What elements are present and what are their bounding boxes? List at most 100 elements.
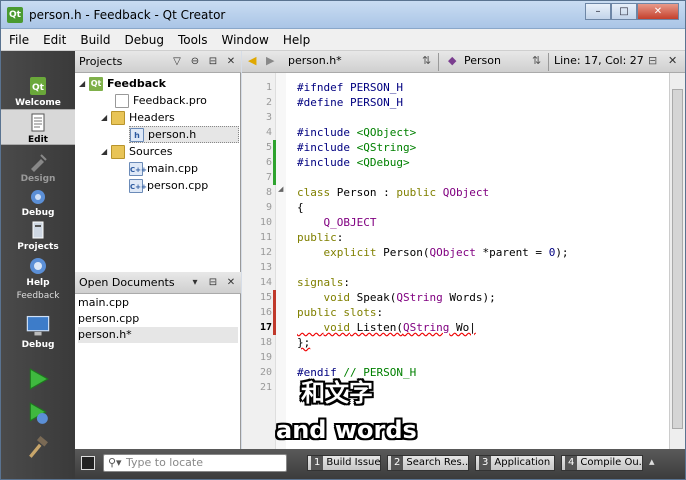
mode-edit-label: Edit — [28, 135, 48, 145]
symbol-selector[interactable]: Person — [464, 54, 501, 67]
debug-run-icon — [29, 402, 48, 424]
dropdown-arrow-icon[interactable]: ▾ — [187, 275, 203, 291]
code-line-15: void Speak(QString Words); — [323, 291, 496, 304]
build-target-label: Debug — [21, 340, 55, 350]
mode-projects[interactable]: Projects — [1, 219, 75, 252]
code-line-18: }; — [297, 336, 311, 349]
menu-file[interactable]: File — [9, 33, 29, 47]
locator-input[interactable]: ⚲▾ Type to locate — [103, 454, 287, 472]
code-line-5: #include <QString> — [297, 141, 417, 154]
tree-item-headers[interactable]: ◢ Headers — [101, 109, 175, 126]
tree-item-label: Sources — [129, 145, 173, 158]
collapse-arrow-icon[interactable]: ◢ — [101, 147, 111, 156]
pane-build-issues[interactable]: 1 Build Issues — [307, 455, 381, 471]
close-document-icon[interactable]: ✕ — [668, 54, 677, 67]
tree-item-person-h[interactable]: h person.h — [129, 126, 239, 143]
build-button[interactable] — [1, 435, 75, 460]
split-icon[interactable]: ⊟ — [205, 275, 221, 291]
code-line-2: #define PERSON_H — [297, 96, 403, 109]
mode-debug[interactable]: Debug — [1, 185, 75, 218]
open-document-item[interactable]: person.h* — [78, 327, 238, 343]
help-icon — [30, 258, 46, 274]
mode-bar: Qt Welcome Edit Design Debug Projects He… — [1, 51, 75, 479]
file-dropdown-icon[interactable]: ⇅ — [422, 54, 431, 67]
cpp-file-icon: C++ — [129, 161, 147, 176]
collapse-arrow-icon[interactable]: ◢ — [79, 79, 89, 88]
collapse-arrow-icon[interactable]: ◢ — [101, 113, 111, 122]
split-icon[interactable]: ⊟ — [205, 54, 221, 70]
menu-tools[interactable]: Tools — [178, 33, 208, 47]
link-icon[interactable]: ⊖ — [187, 54, 203, 70]
status-bar: ⚲▾ Type to locate 1 Build Issues 2 Search … — [75, 449, 685, 479]
fold-column — [276, 73, 286, 449]
projects-panel-header: Projects ▽ ⊖ ⊟ ✕ — [75, 51, 241, 73]
mode-help[interactable]: Help — [1, 255, 75, 288]
open-document-item[interactable]: main.cpp — [78, 295, 129, 311]
mode-welcome[interactable]: Qt Welcome — [1, 75, 75, 108]
close-panel-icon[interactable]: ✕ — [223, 54, 239, 70]
pane-compile-output[interactable]: 4 Compile Ou... — [561, 455, 643, 471]
close-panel-icon[interactable]: ✕ — [223, 275, 239, 291]
editor-scrollbar[interactable] — [669, 73, 685, 449]
toggle-sidebar-button[interactable] — [81, 456, 95, 470]
menu-window[interactable]: Window — [222, 33, 269, 47]
pane-search-results[interactable]: 2 Search Res... — [387, 455, 469, 471]
line-number: 8 — [265, 187, 272, 198]
fold-arrow-icon[interactable]: ◢ — [278, 185, 283, 193]
tree-item-feedback-pro[interactable]: Feedback.pro — [115, 92, 207, 109]
open-documents-title[interactable]: Open Documents — [79, 276, 175, 289]
tree-item-sources[interactable]: ◢ Sources — [101, 143, 173, 160]
menu-debug[interactable]: Debug — [124, 33, 163, 47]
menu-edit[interactable]: Edit — [43, 33, 66, 47]
pane-application-output[interactable]: 3Application ... — [475, 455, 555, 471]
line-number: 11 — [259, 232, 272, 243]
mode-edit[interactable]: Edit — [1, 109, 75, 145]
subtitle-chinese: 和文字 — [301, 379, 373, 407]
code-line-6: #include <QDebug> — [297, 156, 410, 169]
file-tab-selector[interactable]: person.h* — [288, 54, 342, 67]
tree-item-feedback[interactable]: ◢ Qt Feedback — [79, 75, 166, 92]
run-button[interactable] — [1, 367, 75, 392]
locator-placeholder: Type to locate — [126, 456, 203, 469]
mode-design[interactable]: Design — [1, 151, 75, 184]
mode-design-label: Design — [20, 174, 56, 184]
tree-item-person-cpp[interactable]: C++ person.cpp — [129, 177, 208, 194]
class-symbol-icon: ◆ — [448, 54, 457, 67]
more-panes-icon[interactable]: ▴ — [649, 455, 655, 468]
build-target-selector[interactable]: Debug — [1, 313, 75, 350]
maximize-button[interactable]: □ — [611, 3, 637, 20]
mode-welcome-label: Welcome — [15, 98, 61, 108]
scrollbar-thumb[interactable] — [672, 89, 683, 429]
tree-item-main-cpp[interactable]: C++ main.cpp — [129, 160, 198, 177]
open-document-item[interactable]: person.cpp — [78, 311, 139, 327]
edit-icon — [31, 113, 45, 132]
title-bar: Qt person.h - Feedback - Qt Creator – □ … — [1, 1, 685, 29]
back-arrow-icon[interactable]: ◀ — [248, 54, 256, 67]
filter-icon[interactable]: ▽ — [169, 54, 185, 70]
code-line-8: class Person : public QObject — [297, 186, 490, 199]
pro-file-icon — [115, 93, 129, 108]
menu-build[interactable]: Build — [80, 33, 110, 47]
menu-help[interactable]: Help — [283, 33, 310, 47]
line-number: 16 — [259, 307, 272, 318]
line-number: 6 — [265, 157, 272, 168]
qt-app-icon: Qt — [7, 7, 23, 23]
split-editor-icon[interactable]: ⊟ — [648, 54, 657, 67]
pane-label: Search Res... — [406, 457, 469, 468]
close-button[interactable]: ✕ — [637, 3, 679, 20]
symbol-dropdown-icon[interactable]: ⇅ — [532, 54, 541, 67]
run-icon — [29, 368, 49, 390]
code-line-9: { — [297, 201, 304, 214]
projects-panel-title[interactable]: Projects — [79, 55, 122, 68]
pane-label: Application ... — [494, 457, 554, 468]
mode-projects-label: Projects — [17, 242, 59, 252]
code-line-1: #ifndef PERSON_H — [297, 81, 403, 94]
hammer-icon — [29, 435, 48, 458]
design-icon — [31, 154, 47, 172]
forward-arrow-icon[interactable]: ▶ — [266, 54, 274, 67]
code-line-11: public: — [297, 231, 344, 244]
debug-run-button[interactable] — [1, 401, 75, 426]
tree-item-label: person.cpp — [147, 179, 209, 192]
code-line-14: signals: — [297, 276, 350, 289]
minimize-button[interactable]: – — [585, 3, 611, 20]
